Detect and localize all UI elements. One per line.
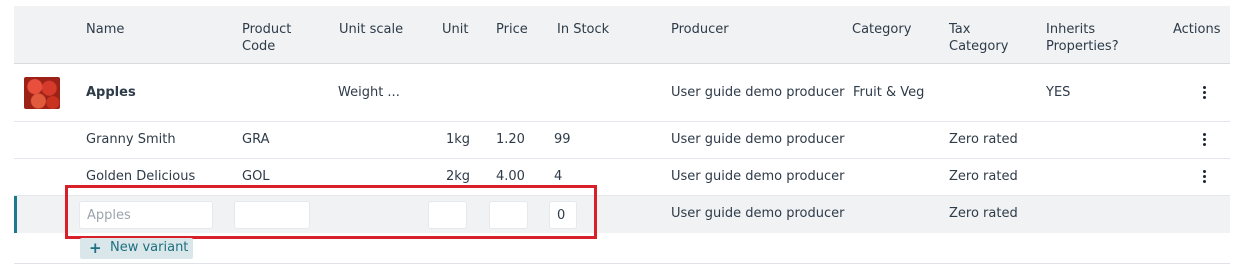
product-category: Fruit & Veg — [853, 85, 925, 100]
variant-price: 4.00 — [496, 169, 525, 184]
variant-tax-category: Zero rated — [949, 132, 1018, 147]
column-price[interactable]: Price — [496, 21, 528, 38]
product-actions-menu-icon[interactable] — [1203, 86, 1207, 100]
variant-name: Granny Smith — [86, 132, 176, 147]
highlight-box — [65, 185, 597, 239]
column-product-code[interactable]: Product Code — [242, 21, 312, 55]
table-header: Name Product Code Unit scale Unit Price … — [14, 6, 1230, 64]
apples-thumbnail-icon[interactable] — [24, 77, 60, 109]
product-unit-scale: Weight ... — [338, 85, 400, 100]
plus-icon: + — [89, 239, 102, 257]
column-name[interactable]: Name — [86, 21, 124, 38]
variant-row: Granny Smith GRA 1kg 1.20 99 User guide … — [14, 122, 1230, 159]
column-actions: Actions — [1173, 22, 1221, 37]
column-unit[interactable]: Unit — [442, 21, 468, 38]
new-variant-label: New variant — [110, 240, 189, 255]
variant-stock: 4 — [554, 169, 563, 184]
product-row: Apples Weight ... User guide demo produc… — [14, 65, 1230, 122]
column-producer[interactable]: Producer — [671, 21, 729, 38]
column-inherits-properties[interactable]: Inherits Properties? — [1046, 21, 1136, 55]
column-in-stock[interactable]: In Stock — [557, 21, 609, 38]
variant-producer: User guide demo producer — [671, 169, 845, 184]
variant-code: GOL — [242, 169, 270, 184]
variant-price: 1.20 — [496, 132, 525, 147]
product-inherits: YES — [1046, 85, 1071, 100]
variant-tax-category: Zero rated — [949, 169, 1018, 184]
variant-producer: User guide demo producer — [671, 132, 845, 147]
product-name: Apples — [86, 85, 136, 100]
column-category[interactable]: Category — [852, 21, 911, 38]
column-tax-category[interactable]: Tax Category — [949, 21, 1029, 55]
column-unit-scale[interactable]: Unit scale — [339, 21, 403, 38]
variant-code: GRA — [242, 132, 270, 147]
new-variant-button[interactable]: + New variant — [80, 238, 193, 259]
new-variant-tax-category: Zero rated — [949, 206, 1018, 221]
variant-unit: 2kg — [446, 169, 471, 184]
variant-unit: 1kg — [446, 132, 471, 147]
variant-actions-menu-icon[interactable] — [1203, 133, 1207, 147]
new-variant-producer: User guide demo producer — [671, 206, 845, 221]
variant-stock: 99 — [554, 132, 571, 147]
variant-name: Golden Delicious — [86, 169, 196, 184]
variant-actions-menu-icon[interactable] — [1203, 170, 1207, 184]
product-producer: User guide demo producer — [671, 85, 845, 100]
